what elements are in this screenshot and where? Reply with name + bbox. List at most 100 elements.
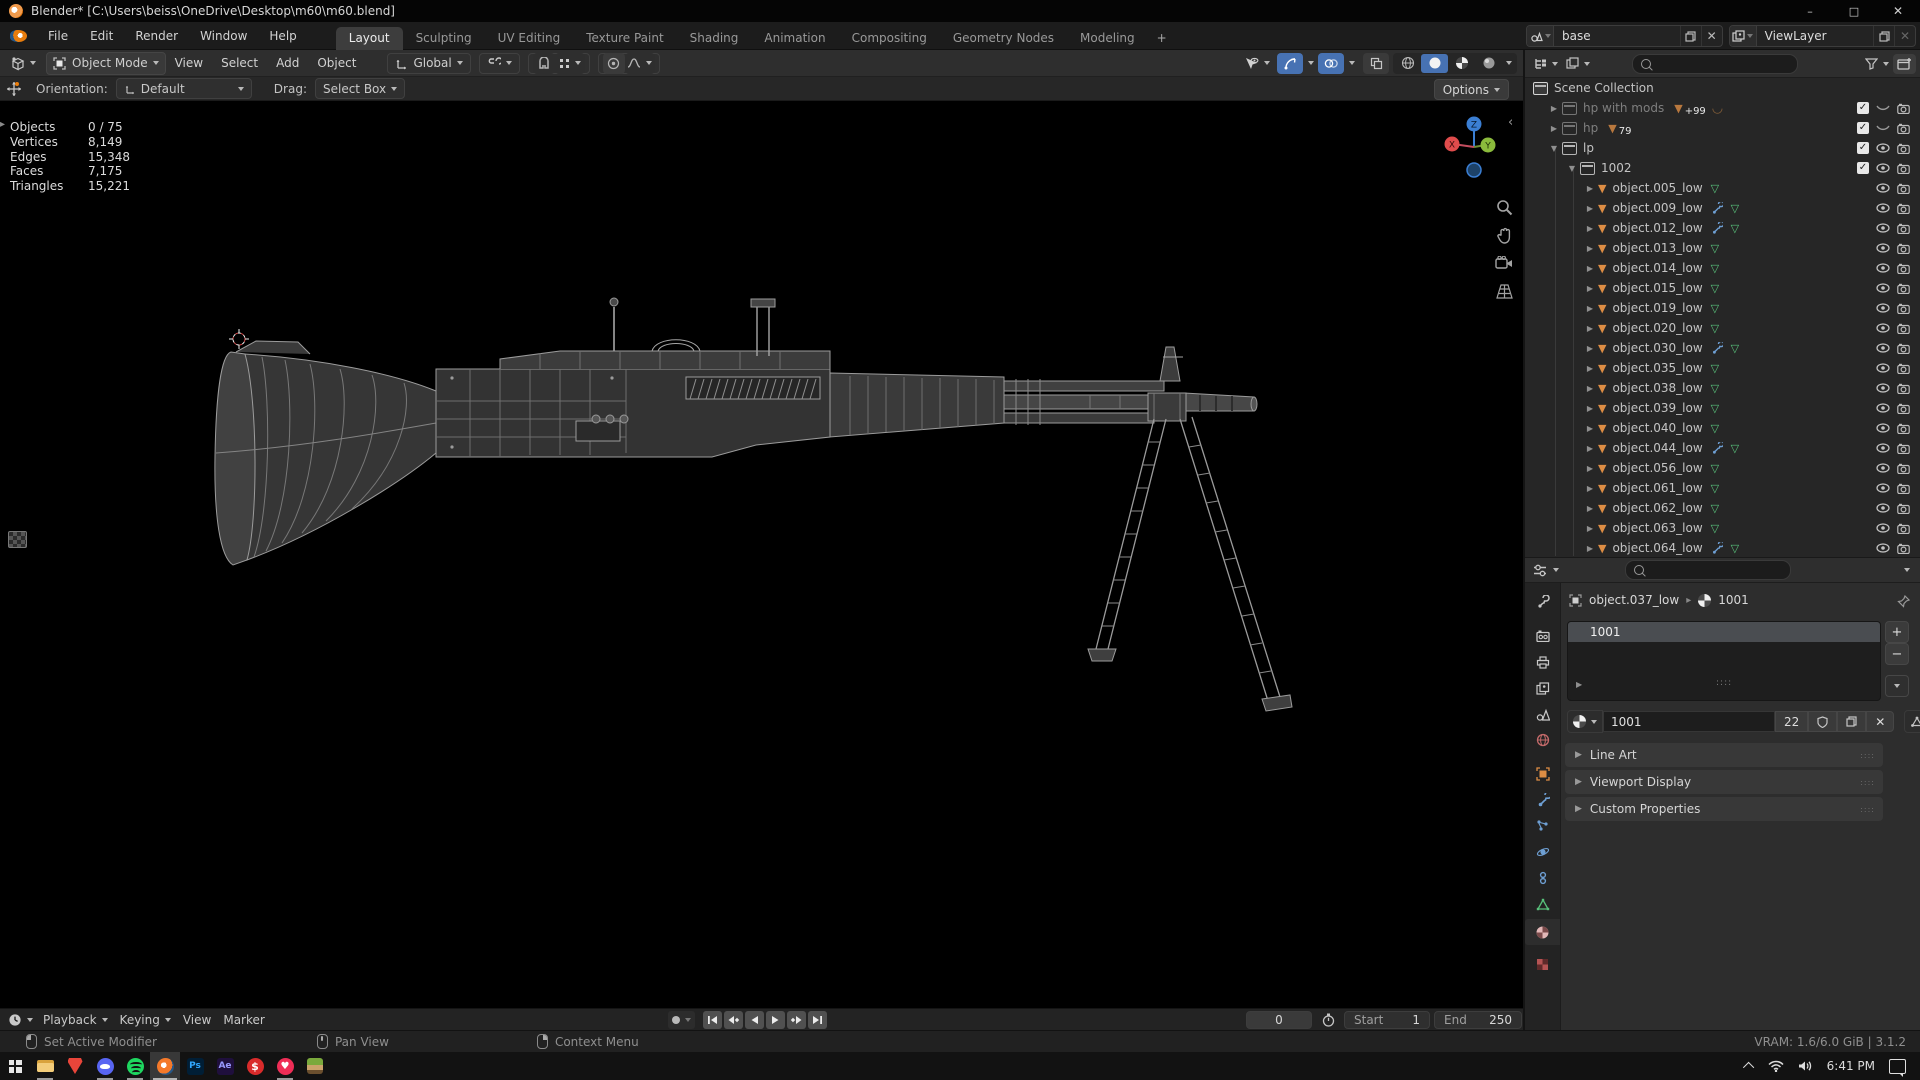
outliner-row-lp[interactable]: ▼ lp ✓ xyxy=(1525,138,1920,158)
taskbar-spotify[interactable] xyxy=(120,1052,150,1080)
eye-open-icon[interactable] xyxy=(1876,483,1890,493)
scene-icon[interactable] xyxy=(1527,26,1554,46)
expand-arrow-icon[interactable]: ▶ xyxy=(1585,404,1595,413)
collection-name[interactable]: hp with mods xyxy=(1583,101,1664,115)
orientation-default-dropdown[interactable]: Default xyxy=(115,78,252,99)
workspace-tab-texture-paint[interactable]: Texture Paint xyxy=(573,27,676,50)
proportional-falloff-dropdown[interactable] xyxy=(624,52,655,74)
eye-open-icon[interactable] xyxy=(1876,163,1890,173)
eye-open-icon[interactable] xyxy=(1876,343,1890,353)
section-viewport-display[interactable]: ▶ Viewport Display:::: xyxy=(1565,770,1883,794)
eye-open-icon[interactable] xyxy=(1876,223,1890,233)
drag-mode-dropdown[interactable]: Select Box xyxy=(314,78,406,99)
eye-open-icon[interactable] xyxy=(1876,463,1890,473)
m60-wireframe-model[interactable] xyxy=(0,101,1523,1006)
auto-keying-record-button[interactable] xyxy=(668,1010,695,1029)
render-camera-icon[interactable] xyxy=(1897,123,1910,134)
expand-arrow-icon[interactable]: ▶ xyxy=(1585,484,1595,493)
outliner-object-row[interactable]: ▶ ▼ object.020_low ▽ xyxy=(1525,318,1920,338)
browse-material-dropdown[interactable] xyxy=(1567,710,1603,733)
shading-rendered-icon[interactable] xyxy=(1475,54,1502,73)
remove-material-slot-button[interactable]: − xyxy=(1885,643,1909,665)
collapse-arrow-icon[interactable]: ▼ xyxy=(1549,144,1559,153)
view-menu[interactable]: View xyxy=(166,50,212,76)
eye-open-icon[interactable] xyxy=(1876,303,1890,313)
eye-closed-icon[interactable] xyxy=(1876,103,1890,113)
menu-render[interactable]: Render xyxy=(124,23,189,49)
render-camera-icon[interactable] xyxy=(1897,423,1910,434)
eye-open-icon[interactable] xyxy=(1876,523,1890,533)
outliner-object-row[interactable]: ▶ ▼ object.015_low ▽ xyxy=(1525,278,1920,298)
scene-selector[interactable]: base ✕ xyxy=(1526,25,1723,47)
render-camera-icon[interactable] xyxy=(1897,443,1910,454)
use-preview-range-icon[interactable] xyxy=(1322,1013,1335,1027)
eye-open-icon[interactable] xyxy=(1876,143,1890,153)
scene-collection-label[interactable]: Scene Collection xyxy=(1554,81,1654,95)
eye-open-icon[interactable] xyxy=(1876,183,1890,193)
collection-name[interactable]: 1002 xyxy=(1601,161,1632,175)
frame-end-field[interactable]: End 250 xyxy=(1434,1010,1522,1029)
next-keyframe-button[interactable] xyxy=(787,1010,806,1029)
outliner-object-row[interactable]: ▶ ▼ object.005_low ▽ xyxy=(1525,178,1920,198)
navigation-gizmo[interactable]: Z X Y xyxy=(1444,115,1506,181)
render-camera-icon[interactable] xyxy=(1897,103,1910,114)
properties-editor-dropdown[interactable] xyxy=(1529,560,1563,581)
render-camera-icon[interactable] xyxy=(1897,303,1910,314)
select-menu[interactable]: Select xyxy=(212,50,267,76)
slot-list-grip[interactable]: :::: xyxy=(1716,678,1732,688)
notification-center-icon[interactable] xyxy=(1889,1058,1906,1077)
material-slot-list[interactable]: 1001 ▶ :::: xyxy=(1567,621,1881,701)
eye-open-icon[interactable] xyxy=(1876,423,1890,433)
eye-open-icon[interactable] xyxy=(1876,363,1890,373)
expand-arrow-icon[interactable]: ▶ xyxy=(1585,224,1595,233)
outliner-object-row[interactable]: ▶ ▼ object.061_low ▽ xyxy=(1525,478,1920,498)
add-material-slot-button[interactable]: + xyxy=(1885,621,1909,643)
outliner-object-row[interactable]: ▶ ▼ object.038_low ▽ xyxy=(1525,378,1920,398)
proportional-edit-icon[interactable] xyxy=(602,52,625,74)
exclude-checkbox[interactable]: ✓ xyxy=(1857,122,1869,134)
minimize-button[interactable]: – xyxy=(1788,0,1832,22)
outliner-object-row[interactable]: ▶ ▼ object.013_low ▽ xyxy=(1525,238,1920,258)
previous-keyframe-button[interactable] xyxy=(724,1010,743,1029)
eye-open-icon[interactable] xyxy=(1876,283,1890,293)
outliner-object-row[interactable]: ▶ ▼ object.040_low ▽ xyxy=(1525,418,1920,438)
expand-arrow-icon[interactable]: ▶ xyxy=(1585,424,1595,433)
render-camera-icon[interactable] xyxy=(1897,263,1910,274)
outliner-object-row[interactable]: ▶ ▼ object.039_low ▽ xyxy=(1525,398,1920,418)
material-slot-name[interactable]: 1001 xyxy=(1590,625,1621,639)
eye-open-icon[interactable] xyxy=(1876,323,1890,333)
frame-start-field[interactable]: Start 1 xyxy=(1344,1010,1430,1029)
collection-name[interactable]: lp xyxy=(1583,141,1594,155)
render-camera-icon[interactable] xyxy=(1897,503,1910,514)
tab-output-properties[interactable] xyxy=(1525,649,1560,675)
object-name[interactable]: object.019_low xyxy=(1612,301,1702,315)
tab-render-properties[interactable] xyxy=(1525,623,1560,649)
pin-icon[interactable] xyxy=(1897,595,1910,608)
exclude-checkbox[interactable]: ✓ xyxy=(1857,142,1869,154)
tab-object-properties[interactable] xyxy=(1525,761,1560,787)
menu-edit[interactable]: Edit xyxy=(79,23,124,49)
outliner-row-hp-with-mods[interactable]: ▶ hp with mods ▼ +99 ◡ ✓ xyxy=(1525,98,1920,118)
keying-menu[interactable]: Keying xyxy=(114,1009,177,1030)
render-camera-icon[interactable] xyxy=(1897,383,1910,394)
sidebar-collapse-arrow[interactable]: ‹ xyxy=(1508,115,1513,130)
object-name[interactable]: object.040_low xyxy=(1612,421,1702,435)
expand-arrow-icon[interactable]: ▶ xyxy=(1549,104,1559,113)
render-camera-icon[interactable] xyxy=(1897,323,1910,334)
new-scene-icon[interactable] xyxy=(1679,26,1701,46)
snap-with-dropdown[interactable] xyxy=(554,52,585,74)
object-name[interactable]: object.062_low xyxy=(1612,501,1702,515)
render-camera-icon[interactable] xyxy=(1897,223,1910,234)
taskbar-photoshop[interactable]: Ps xyxy=(180,1052,210,1080)
outliner-object-row[interactable]: ▶ ▼ object.062_low ▽ xyxy=(1525,498,1920,518)
breadcrumb-object-name[interactable]: object.037_low xyxy=(1589,593,1679,607)
outliner-object-row[interactable]: ▶ ▼ object.056_low ▽ xyxy=(1525,458,1920,478)
taskbar-blender[interactable] xyxy=(150,1052,180,1080)
new-material-icon[interactable] xyxy=(1837,711,1867,732)
outliner-object-row[interactable]: ▶ ▼ object.035_low ▽ xyxy=(1525,358,1920,378)
collapse-arrow-icon[interactable]: ▼ xyxy=(1567,164,1577,173)
expand-arrow-icon[interactable]: ▶ xyxy=(1585,524,1595,533)
eye-open-icon[interactable] xyxy=(1876,203,1890,213)
expand-arrow-icon[interactable]: ▶ xyxy=(1585,364,1595,373)
expand-arrow-icon[interactable]: ▶ xyxy=(1585,504,1595,513)
